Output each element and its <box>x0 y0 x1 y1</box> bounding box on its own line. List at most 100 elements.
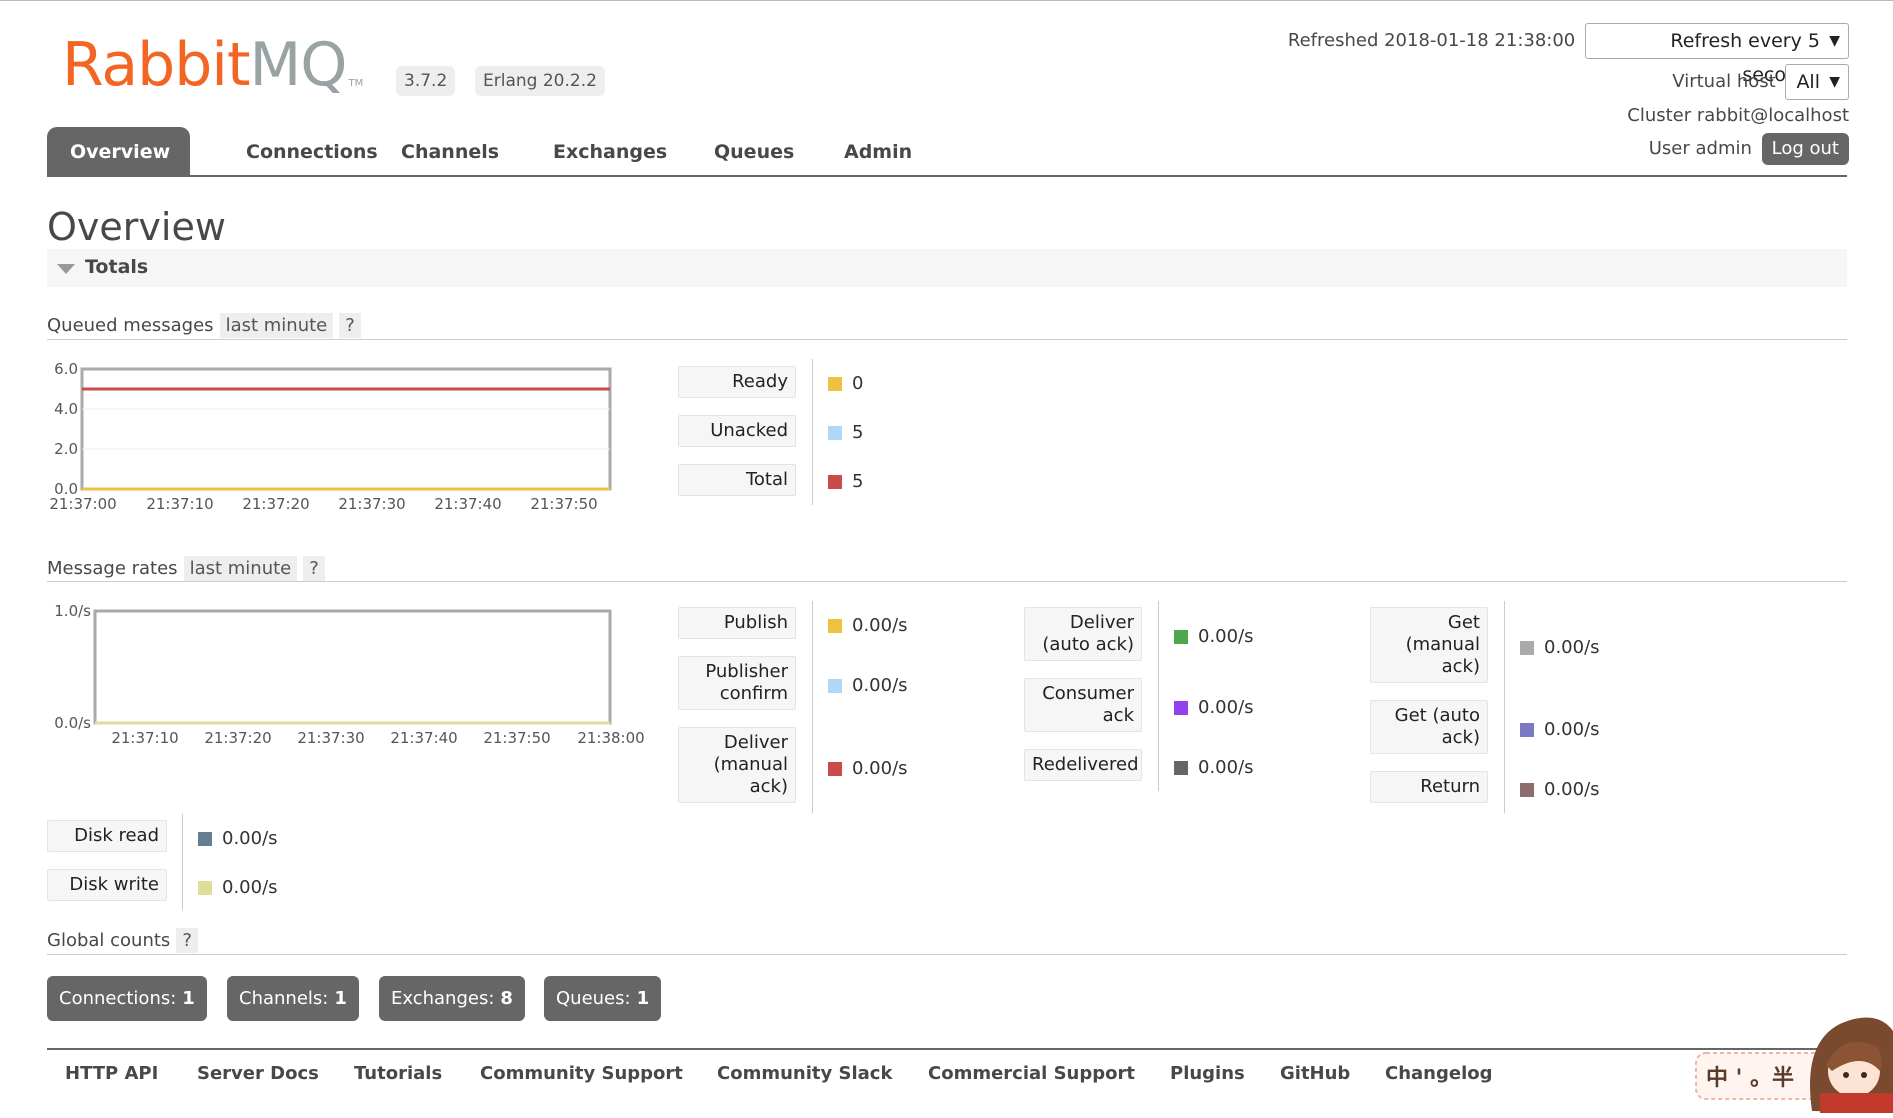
legend-return-value: 0.00/s <box>1520 779 1600 800</box>
x-tick-label: 21:37:00 <box>49 495 116 511</box>
totals-toggle[interactable]: Totals <box>47 249 1847 287</box>
queued-title: Queued messages <box>47 315 214 336</box>
vhost-row: Virtual host All ▼ <box>1672 64 1849 100</box>
queued-range-link[interactable]: last minute <box>219 313 334 338</box>
legend-divider <box>812 601 813 813</box>
x-tick-label: 21:37:10 <box>111 729 178 747</box>
legend-publisher-confirm-label: Publisher confirm <box>678 656 796 710</box>
legend-unacked-value: 5 <box>828 422 863 443</box>
plot-area <box>93 609 612 725</box>
footer-link-server-docs[interactable]: Server Docs <box>197 1063 319 1084</box>
publish-swatch <box>828 618 842 633</box>
tab-exchanges[interactable]: Exchanges <box>530 127 690 175</box>
footer-link-github[interactable]: GitHub <box>1280 1063 1350 1084</box>
tab-queues[interactable]: Queues <box>691 127 817 175</box>
tab-channels[interactable]: Channels <box>378 127 522 175</box>
tab-connections[interactable]: Connections <box>223 127 401 175</box>
legend-publisher-confirm-value: 0.00/s <box>828 675 908 696</box>
deliver-manual-swatch <box>828 761 842 776</box>
chevron-down-icon: ▼ <box>1829 33 1840 49</box>
queued-help-button[interactable]: ? <box>339 313 361 338</box>
footer-divider <box>47 1048 1847 1050</box>
legend-disk-write-label: Disk write <box>47 869 167 901</box>
legend-divider <box>182 814 183 910</box>
consumer-ack-swatch <box>1174 700 1188 715</box>
x-tick-label: 21:38:00 <box>577 729 644 747</box>
tab-admin[interactable]: Admin <box>821 127 935 175</box>
y-tick-label: 0.0/s <box>54 714 91 732</box>
x-tick-label: 21:37:50 <box>530 495 597 511</box>
x-tick-label: 21:37:40 <box>434 495 501 511</box>
legend-deliver-auto-label: Deliver (auto ack) <box>1024 607 1142 661</box>
y-tick-label: 6.0 <box>54 360 78 378</box>
legend-get-auto-value: 0.00/s <box>1520 719 1600 740</box>
disk-read-swatch <box>198 831 212 846</box>
x-tick-label: 21:37:30 <box>297 729 364 747</box>
exchanges-count-button[interactable]: Exchanges: 8 <box>379 976 525 1021</box>
collapse-triangle-icon <box>57 264 75 274</box>
y-tick-label: 1.0/s <box>54 602 91 620</box>
legend-divider <box>812 359 813 505</box>
x-tick-label: 21:37:40 <box>390 729 457 747</box>
connections-count-button[interactable]: Connections: 1 <box>47 976 207 1021</box>
global-counts-heading: Global counts ? <box>47 928 198 953</box>
footer-link-community-slack[interactable]: Community Slack <box>717 1063 892 1084</box>
queues-count-button[interactable]: Queues: 1 <box>544 976 662 1021</box>
version-badge: 3.7.2 <box>396 66 456 96</box>
rates-range-link[interactable]: last minute <box>183 556 298 581</box>
message-rates-chart: 0.0/s 1.0/s 21:37:10 21:37:20 21:37:30 21:37:… <box>54 602 644 747</box>
x-tick-label: 21:37:20 <box>204 729 271 747</box>
footer-link-http-api[interactable]: HTTP API <box>65 1063 158 1084</box>
legend-get-auto-label: Get (auto ack) <box>1370 700 1488 754</box>
logo-trademark: TM <box>348 78 364 89</box>
legend-redelivered-value: 0.00/s <box>1174 757 1254 778</box>
queued-messages-chart: 0.02.04.06.021:37:00 21:37:10 21:37:20 21:3… <box>49 360 612 511</box>
get-auto-swatch <box>1520 722 1534 737</box>
footer-link-changelog[interactable]: Changelog <box>1385 1063 1493 1084</box>
vhost-select[interactable]: All ▼ <box>1785 64 1849 100</box>
rates-title: Message rates <box>47 558 178 579</box>
publisher-confirm-swatch <box>828 678 842 693</box>
vhost-label: Virtual host <box>1672 71 1776 92</box>
legend-unacked-label: Unacked <box>678 415 796 447</box>
legend-disk-read-value: 0.00/s <box>198 828 278 849</box>
x-tick-label: 21:37:30 <box>338 495 405 511</box>
redelivered-swatch <box>1174 760 1188 775</box>
chevron-down-icon: ▼ <box>1829 74 1840 90</box>
footer-link-plugins[interactable]: Plugins <box>1170 1063 1245 1084</box>
x-tick-label: 21:37:20 <box>242 495 309 511</box>
legend-divider <box>1158 601 1159 791</box>
rabbitmq-logo[interactable]: RabbitMQ TM <box>62 35 364 95</box>
legend-consumer-ack-label: Consumer ack <box>1024 678 1142 732</box>
return-swatch <box>1520 782 1534 797</box>
legend-total-value: 5 <box>828 471 863 492</box>
global-title: Global counts <box>47 930 171 951</box>
deliver-auto-swatch <box>1174 629 1188 644</box>
divider <box>47 339 1847 340</box>
footer-link-community-support[interactable]: Community Support <box>480 1063 683 1084</box>
floating-ime-widget[interactable]: 中 ' 。半 <box>1692 1001 1893 1113</box>
x-tick-label: 21:37:10 <box>146 495 213 511</box>
x-tick-label: 21:37:50 <box>483 729 550 747</box>
legend-return-label: Return <box>1370 771 1488 803</box>
channels-count-button[interactable]: Channels: 1 <box>227 976 359 1021</box>
legend-ready-value: 0 <box>828 373 863 394</box>
legend-deliver-manual-label: Deliver (manual ack) <box>678 727 796 803</box>
divider <box>47 954 1847 955</box>
tab-overview[interactable]: Overview <box>47 127 190 175</box>
global-help-button[interactable]: ? <box>176 928 198 953</box>
legend-total-label: Total <box>678 464 796 496</box>
y-tick-label: 4.0 <box>54 400 78 418</box>
rates-help-button[interactable]: ? <box>303 556 325 581</box>
footer-link-commercial-support[interactable]: Commercial Support <box>928 1063 1135 1084</box>
cluster-name: Cluster rabbit@localhost <box>1627 105 1849 126</box>
refresh-row: Refreshed 2018-01-18 21:38:00 Refresh ev… <box>1288 23 1849 86</box>
disk-write-swatch <box>198 880 212 895</box>
footer-link-tutorials[interactable]: Tutorials <box>354 1063 442 1084</box>
legend-ready-label: Ready <box>678 366 796 398</box>
erlang-badge: Erlang 20.2.2 <box>475 66 605 96</box>
divider <box>47 581 1847 582</box>
refresh-interval-select[interactable]: Refresh every 5 seconds ▼ <box>1585 23 1849 86</box>
legend-disk-read-label: Disk read <box>47 820 167 852</box>
get-manual-swatch <box>1520 640 1534 655</box>
